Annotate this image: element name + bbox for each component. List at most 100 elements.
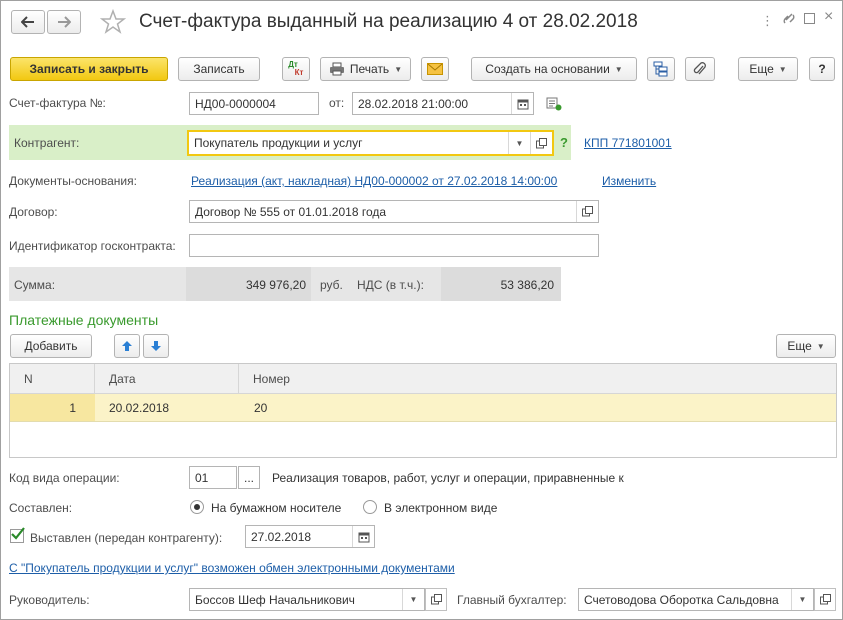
arrow-up-icon xyxy=(122,341,132,351)
accountant-open-button[interactable] xyxy=(814,588,836,611)
move-up-button[interactable] xyxy=(114,334,140,358)
contract-field[interactable]: Договор № 555 от 01.01.2018 года xyxy=(189,200,599,223)
base-docs-link[interactable]: Реализация (акт, накладная) НД00-000002 … xyxy=(191,174,557,188)
back-button[interactable] xyxy=(11,10,45,34)
row-n-cell: 1 xyxy=(69,401,76,415)
issued-date-field[interactable]: 27.02.2018 xyxy=(245,525,375,548)
composed-label: Составлен: xyxy=(9,501,73,515)
contract-value: Договор № 555 от 01.01.2018 года xyxy=(195,204,387,219)
row-date-cell: 20.02.2018 xyxy=(109,401,170,415)
base-docs-label: Документы-основания: xyxy=(9,174,137,188)
invoice-number-field[interactable]: НД00-0000004 xyxy=(189,92,319,115)
forward-button[interactable] xyxy=(47,10,81,34)
structure-button[interactable] xyxy=(647,57,675,81)
contractor-help-icon[interactable]: ? xyxy=(560,135,568,150)
chevron-down-icon: ▼ xyxy=(816,341,825,351)
contractor-value: Покупатель продукции и услуг xyxy=(194,136,363,150)
vat-value: 53 386,20 xyxy=(500,278,554,292)
sum-value: 349 976,20 xyxy=(245,278,306,292)
arrow-right-icon xyxy=(58,16,71,28)
operation-code-select-button[interactable]: ... xyxy=(238,466,260,489)
issued-date-value: 27.02.2018 xyxy=(251,529,312,544)
invoice-date-value: 28.02.2018 21:00:00 xyxy=(358,96,469,111)
gov-contract-field[interactable] xyxy=(189,234,599,257)
printer-icon xyxy=(329,62,344,76)
attach-button[interactable] xyxy=(685,57,715,81)
accountant-field[interactable]: Счетоводова Оборотка Сальдовна ▼ xyxy=(578,588,814,611)
electronic-radio-label[interactable]: В электронном виде xyxy=(384,501,497,515)
email-button[interactable] xyxy=(421,57,449,81)
chevron-down-icon: ▼ xyxy=(778,64,787,74)
edo-exchange-link[interactable]: С "Покупатель продукции и услуг" возможе… xyxy=(9,561,455,575)
arrow-left-icon xyxy=(21,16,34,28)
invoice-date-field[interactable]: 28.02.2018 21:00:00 xyxy=(352,92,534,115)
accountant-label: Главный бухгалтер: xyxy=(457,593,567,607)
window-menu-icon[interactable]: ⋮ xyxy=(761,13,775,29)
column-header-n[interactable]: N xyxy=(10,364,95,394)
move-down-button[interactable] xyxy=(143,334,169,358)
hierarchy-icon xyxy=(653,61,668,77)
paperclip-icon xyxy=(693,62,706,75)
table-row[interactable]: 1 20.02.2018 20 xyxy=(10,394,836,422)
contractor-field[interactable]: Покупатель продукции и услуг ▼ xyxy=(187,130,554,156)
paper-radio-label[interactable]: На бумажном носителе xyxy=(211,501,341,515)
contractor-label: Контрагент: xyxy=(14,136,80,150)
checkmark-icon xyxy=(11,527,25,540)
chevron-down-icon: ▼ xyxy=(614,64,623,74)
issued-checkbox[interactable] xyxy=(10,527,25,543)
arrow-down-icon xyxy=(151,341,161,351)
calendar-icon[interactable] xyxy=(511,93,533,114)
paper-radio[interactable] xyxy=(190,500,204,514)
save-and-close-button[interactable]: Записать и закрыть xyxy=(10,57,168,81)
chevron-down-icon[interactable]: ▼ xyxy=(402,589,424,610)
open-icon[interactable] xyxy=(530,132,552,154)
close-icon[interactable]: × xyxy=(824,8,833,26)
head-open-button[interactable] xyxy=(425,588,447,611)
maximize-icon[interactable] xyxy=(804,13,815,24)
open-icon xyxy=(430,594,442,605)
invoice-date-label: от: xyxy=(329,96,345,110)
contract-label: Договор: xyxy=(9,205,58,219)
payments-more-label: Еще xyxy=(787,339,812,353)
help-button[interactable]: ? xyxy=(809,57,835,81)
kpp-link[interactable]: КПП 771801001 xyxy=(584,136,672,150)
favorite-star-icon[interactable] xyxy=(99,8,127,35)
change-base-docs-link[interactable]: Изменить xyxy=(602,174,656,188)
issued-label: Выставлен (передан контрагенту): xyxy=(30,531,223,545)
kt-label: Кт xyxy=(294,68,304,77)
electronic-radio[interactable] xyxy=(363,500,377,514)
column-header-date[interactable]: Дата xyxy=(95,364,239,394)
payments-more-button[interactable]: Еще ▼ xyxy=(776,334,836,358)
invoice-number-label: Счет-фактура №: xyxy=(9,96,106,110)
create-based-on-button[interactable]: Создать на основании ▼ xyxy=(471,57,637,81)
column-header-number[interactable]: Номер xyxy=(239,364,836,394)
payments-title: Платежные документы xyxy=(9,312,159,328)
chevron-down-icon[interactable]: ▼ xyxy=(508,132,530,154)
dtkt-button[interactable]: Дт Кт xyxy=(282,57,310,81)
window-title: Счет-фактура выданный на реализацию 4 от… xyxy=(139,11,638,32)
row-number-cell: 20 xyxy=(254,401,268,415)
chevron-down-icon: ▼ xyxy=(394,64,403,74)
save-button[interactable]: Записать xyxy=(178,57,260,81)
gov-contract-label: Идентификатор госконтракта: xyxy=(9,239,176,253)
more-label: Еще xyxy=(749,62,774,76)
more-button[interactable]: Еще ▼ xyxy=(738,57,798,81)
vat-label: НДС (в т.ч.): xyxy=(357,278,424,292)
payments-table: N Дата Номер 1 20.02.2018 20 xyxy=(9,363,837,458)
envelope-icon xyxy=(427,63,443,75)
sum-label: Сумма: xyxy=(14,278,56,292)
head-value: Боссов Шеф Начальникович xyxy=(195,592,355,607)
head-label: Руководитель: xyxy=(9,593,90,607)
link-icon[interactable] xyxy=(782,11,796,30)
print-label: Печать xyxy=(349,62,390,76)
chevron-down-icon[interactable]: ▼ xyxy=(791,589,813,610)
add-payment-button[interactable]: Добавить xyxy=(10,334,92,358)
create-based-on-label: Создать на основании xyxy=(485,62,610,76)
operation-code-label: Код вида операции: xyxy=(9,471,120,485)
document-list-icon[interactable] xyxy=(546,97,562,114)
calendar-icon[interactable] xyxy=(352,526,374,547)
open-icon[interactable] xyxy=(576,201,598,222)
print-button[interactable]: Печать ▼ xyxy=(320,57,411,81)
head-field[interactable]: Боссов Шеф Начальникович ▼ xyxy=(189,588,425,611)
operation-code-field[interactable]: 01 xyxy=(189,466,237,489)
